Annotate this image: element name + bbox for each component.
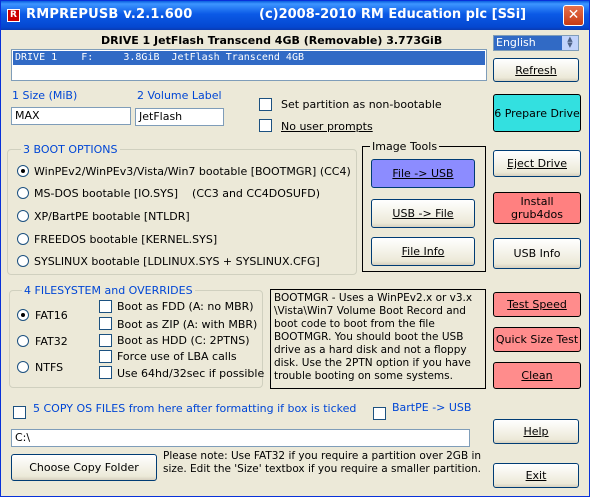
size-note: Please note: Use FAT32 if you require a … xyxy=(163,450,482,475)
fat32-label: FAT32 xyxy=(35,335,68,348)
exit-label: Exit xyxy=(525,469,547,482)
copy-files-checkbox[interactable] xyxy=(13,406,26,419)
file-to-usb-label: File -> USB xyxy=(392,167,454,180)
ntfs-label: NTFS xyxy=(35,361,64,374)
image-tools-legend: Image Tools xyxy=(370,140,440,153)
app-window: R RMPREPUSB v.2.1.600 (c)2008-2010 RM Ed… xyxy=(0,0,590,497)
help-label: Help xyxy=(523,425,549,438)
boot-option-label: SYSLINUX bootable [LDLINUX.SYS + SYSLINU… xyxy=(34,255,320,268)
boot-option-radio[interactable] xyxy=(17,255,29,267)
install-grub4dos-button[interactable]: Install grub4dos xyxy=(493,192,581,224)
force-lba-label: Force use of LBA calls xyxy=(117,350,237,363)
refresh-button[interactable]: Refresh xyxy=(493,58,579,82)
boot-info-text: BOOTMGR - Uses a WinPEv2.x or v3.x \Vist… xyxy=(270,289,486,389)
drive-header: DRIVE 1 JetFlash Transcend 4GB (Removabl… xyxy=(101,34,443,47)
usb-info-label: USB Info xyxy=(513,247,561,260)
force-lba-checkbox[interactable] xyxy=(99,350,112,363)
test-speed-button[interactable]: Test Speed xyxy=(493,292,581,317)
boot-option-radio[interactable] xyxy=(17,233,29,245)
boot-fdd-label: Boot as FDD (A: no MBR) xyxy=(117,300,254,313)
file-info-button[interactable]: File Info xyxy=(371,237,475,266)
clean-label: Clean xyxy=(521,369,553,382)
usb-to-file-button[interactable]: USB -> File xyxy=(371,199,475,228)
boot-option-label: XP/BartPE bootable [NTLDR] xyxy=(34,210,190,223)
fat32-radio[interactable] xyxy=(17,335,29,347)
boot-option-radio[interactable] xyxy=(17,210,29,222)
boot-zip-checkbox[interactable] xyxy=(99,317,112,330)
boot-hdd-label: Boot as HDD (C: 2PTNS) xyxy=(117,334,250,347)
boot-fdd-checkbox[interactable] xyxy=(99,300,112,313)
drive-list-item[interactable]: DRIVE 1 F: 3.8GiB JetFlash Transcend 4GB xyxy=(13,51,485,65)
title-bar[interactable]: R RMPREPUSB v.2.1.600 (c)2008-2010 RM Ed… xyxy=(1,1,589,30)
boot-option-radio[interactable] xyxy=(17,165,29,177)
test-speed-label: Test Speed xyxy=(507,298,567,311)
help-button[interactable]: Help xyxy=(493,419,579,444)
close-icon[interactable]: ✕ xyxy=(563,5,584,26)
use-64hd-label: Use 64hd/32sec if possible xyxy=(117,367,265,380)
copy-path-input[interactable]: C:\ xyxy=(11,429,470,447)
boot-option-radio[interactable] xyxy=(17,187,29,199)
bartpe-label: BartPE -> USB xyxy=(392,401,472,414)
eject-drive-label: Eject Drive xyxy=(507,157,567,170)
non-bootable-checkbox[interactable] xyxy=(259,98,272,111)
drive-list[interactable]: DRIVE 1 F: 3.8GiB JetFlash Transcend 4GB xyxy=(11,49,487,81)
no-prompts-checkbox[interactable] xyxy=(259,119,272,132)
choose-copy-folder-label: Choose Copy Folder xyxy=(29,461,139,474)
non-bootable-label: Set partition as non-bootable xyxy=(281,98,442,111)
size-label: 1 Size (MiB) xyxy=(12,89,78,102)
volume-label: 2 Volume Label xyxy=(137,89,222,102)
boot-option-label: MS-DOS bootable [IO.SYS] (CC3 and CC4DOS… xyxy=(34,187,321,200)
language-value: English xyxy=(496,36,536,49)
window-title: RMPREPUSB v.2.1.600 xyxy=(26,7,193,22)
window-copyright: (c)2008-2010 RM Education plc [SSi] xyxy=(259,7,527,22)
quick-size-test-button[interactable]: Quick Size Test xyxy=(493,327,581,352)
volume-input[interactable]: JetFlash xyxy=(135,108,224,126)
refresh-label: Refresh xyxy=(515,63,557,77)
boot-hdd-checkbox[interactable] xyxy=(99,334,112,347)
prepare-drive-label: 6 Prepare Drive xyxy=(494,106,580,120)
bartpe-checkbox[interactable] xyxy=(373,407,386,420)
boot-option-label: WinPEv2/WinPEv3/Vista/Win7 bootable [BOO… xyxy=(34,165,351,178)
install-grub4dos-label: Install grub4dos xyxy=(511,195,563,221)
usb-to-file-label: USB -> File xyxy=(392,207,454,220)
quick-size-test-label: Quick Size Test xyxy=(495,333,579,346)
boot-zip-label: Boot as ZIP (A: with MBR) xyxy=(117,318,258,331)
ntfs-radio[interactable] xyxy=(17,361,29,373)
file-info-label: File Info xyxy=(401,245,445,258)
app-icon: R xyxy=(7,9,20,22)
filesystem-legend: 4 FILESYSTEM and OVERRIDES xyxy=(22,284,195,297)
fat16-radio[interactable] xyxy=(17,309,29,321)
boot-options-legend: 3 BOOT OPTIONS xyxy=(21,143,120,156)
spin-arrows-icon[interactable]: ▲ ▼ xyxy=(562,36,578,50)
no-prompts-label: No user prompts xyxy=(281,120,373,133)
exit-button[interactable]: Exit xyxy=(493,463,579,488)
usb-info-button[interactable]: USB Info xyxy=(493,238,581,269)
file-to-usb-button[interactable]: File -> USB xyxy=(371,159,475,188)
size-input[interactable]: MAX xyxy=(11,107,131,125)
eject-drive-button[interactable]: Eject Drive xyxy=(493,150,581,177)
language-select[interactable]: English ▲ ▼ xyxy=(493,35,579,51)
choose-copy-folder-button[interactable]: Choose Copy Folder xyxy=(11,454,157,481)
clean-button[interactable]: Clean xyxy=(493,362,581,389)
copy-files-label: 5 COPY OS FILES from here after formatti… xyxy=(33,402,357,415)
prepare-drive-button[interactable]: 6 Prepare Drive xyxy=(493,94,581,132)
boot-option-label: FREEDOS bootable [KERNEL.SYS] xyxy=(34,233,218,246)
use-64hd-checkbox[interactable] xyxy=(99,366,112,379)
fat16-label: FAT16 xyxy=(35,309,68,322)
